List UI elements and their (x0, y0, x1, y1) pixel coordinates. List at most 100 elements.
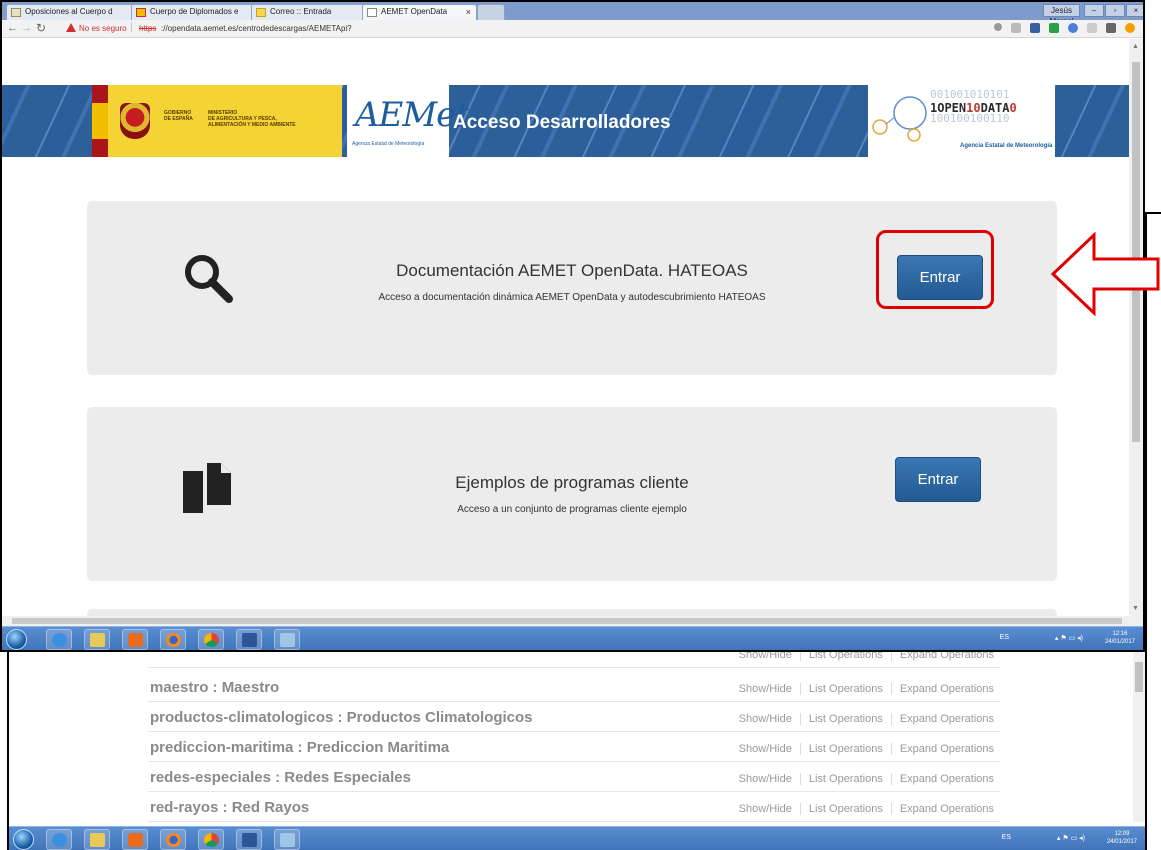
card-third (87, 609, 1057, 616)
show-hide-link[interactable]: Show/Hide (739, 652, 792, 661)
scroll-thumb[interactable] (1135, 662, 1143, 692)
opendata-agency: Agencia Estatal de Meteorología (960, 143, 1053, 149)
extension-icon[interactable] (1068, 23, 1078, 33)
clock[interactable]: 12:16 24/01/2017 (1105, 630, 1135, 646)
browser-window-2: Show/Hide List Operations Expand Operation… (7, 652, 1147, 850)
expand-operations-link[interactable]: Expand Operations (900, 713, 994, 725)
minimize-button[interactable]: – (1084, 4, 1104, 17)
security-warning[interactable]: No es seguro (79, 24, 127, 33)
taskbar-word[interactable] (236, 829, 262, 850)
folder-icon (90, 833, 105, 847)
taskbar-chrome[interactable] (198, 629, 224, 650)
taskbar-app[interactable] (274, 629, 300, 650)
api-name[interactable]: prediccion-maritima : Prediccion Maritim… (150, 739, 449, 756)
list-operations-link[interactable]: List Operations (809, 683, 883, 695)
extension-icon[interactable] (1087, 23, 1097, 33)
expand-operations-link[interactable]: Expand Operations (900, 652, 994, 661)
taskbar-firefox[interactable] (160, 629, 186, 650)
profile-button[interactable]: Jesús Marcel (1043, 4, 1080, 26)
tab-aemet-opendata[interactable]: AEMET OpenData × (362, 4, 477, 20)
api-row-productos: productos-climatologicos : Productos Cli… (148, 704, 1000, 732)
government-logo: GOBIERNO DE ESPAÑA MINISTERIO DE AGRICUL… (92, 85, 342, 157)
vertical-scrollbar[interactable] (1133, 652, 1145, 822)
expand-operations-link[interactable]: Expand Operations (900, 683, 994, 695)
aemet-logo[interactable]: AEMet Agencia Estatal de Meteorología (347, 85, 469, 157)
show-hide-link[interactable]: Show/Hide (739, 713, 792, 725)
extension-icon[interactable] (1106, 23, 1116, 33)
api-name[interactable]: redes-especiales : Redes Especiales (150, 769, 411, 786)
api-name[interactable]: productos-climatologicos : Productos Cli… (150, 709, 533, 726)
expand-operations-link[interactable]: Expand Operations (900, 803, 994, 815)
vertical-scrollbar[interactable]: ▲ ▼ (1129, 39, 1143, 616)
taskbar-chrome[interactable] (198, 829, 224, 850)
internet-explorer-icon (52, 633, 67, 647)
language-indicator[interactable]: ES (1002, 834, 1011, 841)
highlight-annotation (876, 230, 994, 309)
taskbar-app[interactable] (274, 829, 300, 850)
word-icon (242, 633, 257, 647)
horizontal-scrollbar[interactable] (2, 616, 1143, 626)
media-player-icon (128, 633, 143, 647)
zoom-icon[interactable] (994, 23, 1002, 31)
tab-oposiciones[interactable]: Oposiciones al Cuerpo d × (6, 4, 146, 20)
expand-operations-link[interactable]: Expand Operations (900, 743, 994, 755)
taskbar-media[interactable] (122, 629, 148, 650)
show-hide-link[interactable]: Show/Hide (739, 803, 792, 815)
clock[interactable]: 12:09 24/01/2017 (1107, 830, 1137, 846)
extension-icon[interactable] (1030, 23, 1040, 33)
scroll-thumb[interactable] (12, 618, 1122, 624)
maximize-button[interactable]: ▫ (1105, 4, 1125, 17)
back-icon[interactable]: ← (7, 22, 18, 34)
opendata-logo[interactable]: 001001010101 1OPEN10DATA0 100100100110 A… (868, 85, 1055, 157)
extension-icons (994, 23, 1135, 33)
ministry-text: MINISTERIO DE AGRICULTURA Y PESCA, ALIME… (208, 110, 296, 128)
url-input[interactable]: ://opendata.aemet.es/centrodedescargas/A… (161, 24, 352, 33)
new-tab-button[interactable] (477, 4, 505, 20)
taskbar-word[interactable] (236, 629, 262, 650)
show-hide-link[interactable]: Show/Hide (739, 743, 792, 755)
star-icon[interactable] (1011, 23, 1021, 33)
drive-icon[interactable] (1049, 23, 1059, 33)
list-operations-link[interactable]: List Operations (809, 652, 883, 661)
tab-cuerpo-diplomados[interactable]: Cuerpo de Diplomados e × (131, 4, 268, 20)
taskbar-explorer[interactable] (84, 829, 110, 850)
tab-close-icon[interactable]: × (466, 5, 471, 19)
list-operations-link[interactable]: List Operations (809, 773, 883, 785)
taskbar-explorer[interactable] (84, 629, 110, 650)
page-content: GOBIERNO DE ESPAÑA MINISTERIO DE AGRICUL… (2, 39, 1131, 616)
start-button[interactable] (6, 629, 27, 650)
taskbar-media[interactable] (122, 829, 148, 850)
favicon-icon (11, 8, 21, 17)
close-button[interactable]: × (1126, 4, 1143, 17)
favicon-icon (136, 8, 146, 17)
show-hide-link[interactable]: Show/Hide (739, 773, 792, 785)
api-name[interactable]: maestro : Maestro (150, 679, 279, 696)
entrar-button[interactable]: Entrar (895, 457, 981, 502)
tray-icons[interactable]: ▴ ⚑ ▭ ◂) (1055, 634, 1083, 642)
list-operations-link[interactable]: List Operations (809, 743, 883, 755)
page-icon (367, 8, 377, 17)
taskbar-ie[interactable] (46, 629, 72, 650)
start-button[interactable] (13, 829, 34, 850)
tab-bar: Oposiciones al Cuerpo d × Cuerpo de Dipl… (2, 2, 1143, 26)
taskbar-ie[interactable] (46, 829, 72, 850)
scroll-down-icon[interactable]: ▼ (1132, 605, 1139, 612)
page-title: Acceso Desarrolladores (453, 112, 671, 133)
tray-icons[interactable]: ▴ ⚑ ▭ ◂) (1057, 834, 1085, 842)
show-hide-link[interactable]: Show/Hide (739, 683, 792, 695)
list-operations-link[interactable]: List Operations (809, 803, 883, 815)
reload-icon[interactable]: ↻ (36, 21, 46, 35)
list-operations-link[interactable]: List Operations (809, 713, 883, 725)
api-row-maestro: maestro : Maestro Show/Hide List Operatio… (148, 674, 1000, 702)
tab-correo[interactable]: Correo :: Entrada × (251, 4, 376, 20)
scroll-up-icon[interactable]: ▲ (1132, 43, 1139, 50)
forward-icon[interactable]: → (21, 22, 32, 34)
taskbar-firefox[interactable] (160, 829, 186, 850)
url-scheme[interactable]: https (139, 24, 156, 33)
red-arrow-icon (1050, 232, 1160, 316)
menu-icon[interactable] (1125, 23, 1135, 33)
card-client-examples: Ejemplos de programas cliente Acceso a u… (87, 407, 1057, 581)
expand-operations-link[interactable]: Expand Operations (900, 773, 994, 785)
language-indicator[interactable]: ES (1000, 634, 1009, 641)
api-name[interactable]: red-rayos : Red Rayos (150, 799, 309, 816)
